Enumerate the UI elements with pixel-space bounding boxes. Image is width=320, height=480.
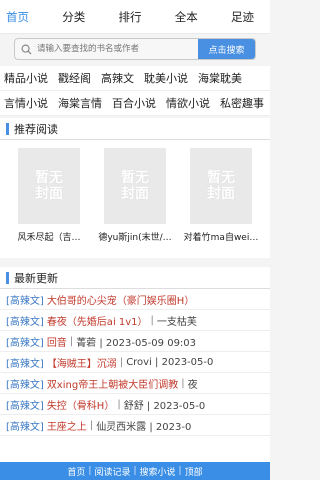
update-author-time: 一支枯芙 — [156, 316, 197, 328]
search-button[interactable]: 点击搜索 — [198, 39, 255, 59]
book-cover[interactable]: 暂无 封面 — [18, 148, 80, 224]
update-title[interactable]: 双xing帝王上朝被大臣们调教 — [47, 376, 178, 391]
footer-home-link[interactable]: 首页 — [64, 465, 88, 478]
update-separator: | — [181, 377, 185, 389]
category-link[interactable]: 戳经阁 — [54, 70, 97, 86]
update-separator: | — [69, 335, 74, 347]
update-row[interactable]: [高辣文] 【海贼王】沉溺 | Crovi | 2023-05-0 — [0, 352, 270, 373]
book-cover[interactable]: 暂无 封面 — [104, 148, 166, 224]
book-card[interactable]: 暂无 封面 德yu斯jin(末世/… — [96, 148, 174, 243]
update-category[interactable]: [高辣文] — [6, 313, 44, 328]
update-category[interactable]: [高辣文] — [6, 355, 44, 370]
footer-bar: 首页 | 阅读记录 | 搜索小说 | 顶部 — [0, 462, 270, 480]
book-title[interactable]: 风禾尽起（吉… — [10, 230, 88, 243]
book-cover[interactable]: 暂无 封面 — [190, 148, 252, 224]
update-category[interactable]: [高辣文] — [6, 292, 44, 307]
footer-top-link[interactable]: 顶部 — [182, 465, 206, 478]
updates-list: [高辣文] 大伯哥的心尖宠（豪门娱乐圈H） [高辣文] 春夜（先婚后ai 1v1） | 一… — [0, 289, 270, 436]
update-author-time: 仙灵西米露 | 2023-0 — [96, 421, 192, 433]
nav-ranking[interactable]: 排行 — [113, 9, 148, 25]
category-row: 精品小说 戳经阁 高辣文 耽美小说 海棠耽美 — [0, 66, 270, 91]
update-row[interactable]: [高辣文] 王座之上 | 仙灵西米露 | 2023-0 — [0, 415, 270, 436]
category-links: 精品小说 戳经阁 高辣文 耽美小说 海棠耽美 言情小说 海棠言情 百合小说 情欲… — [0, 66, 270, 116]
update-author-time: Crovi | 2023-05-0 — [126, 356, 214, 368]
category-link[interactable]: 百合小说 — [108, 95, 162, 111]
update-title[interactable]: 大伯哥的心尖宠（豪门娱乐圈H） — [47, 292, 195, 307]
nav-history[interactable]: 足迹 — [225, 9, 260, 25]
category-link[interactable]: 情欲小说 — [162, 95, 216, 111]
category-row: 言情小说 海棠言情 百合小说 情欲小说 私密趣事 — [0, 91, 270, 116]
update-title[interactable]: 王座之上 — [47, 418, 87, 433]
update-row[interactable]: [高辣文] 失控（骨科H） | 舒舒 | 2023-05-0 — [0, 394, 270, 415]
search-bar: 点击搜索 — [14, 38, 256, 60]
category-link[interactable]: 精品小说 — [0, 70, 54, 86]
category-link[interactable]: 私密趣事 — [216, 95, 270, 111]
update-title[interactable]: 【海贼王】沉溺 — [47, 355, 117, 370]
nav-complete[interactable]: 全本 — [169, 9, 204, 25]
search-input[interactable] — [37, 39, 198, 59]
update-row[interactable]: [高辣文] 双xing帝王上朝被大臣们调教 | 夜 — [0, 373, 270, 394]
update-separator: | — [89, 419, 94, 431]
category-link[interactable]: 言情小说 — [0, 95, 54, 111]
book-card[interactable]: 暂无 封面 风禾尽起（吉… — [10, 148, 88, 243]
update-separator: | — [117, 398, 121, 410]
update-category[interactable]: [高辣文] — [6, 376, 44, 391]
nav-home[interactable]: 首页 — [0, 9, 35, 25]
book-card[interactable]: 暂无 封面 对着竹ma自wei… — [182, 148, 260, 243]
update-title[interactable]: 春夜（先婚后ai 1v1） — [47, 313, 148, 328]
recommend-list: 暂无 封面 风禾尽起（吉… 暂无 封面 德yu斯jin(末世/… 暂无 封面 对着竹m… — [0, 140, 270, 243]
book-title[interactable]: 对着竹ma自wei… — [182, 230, 260, 243]
update-category[interactable]: [高辣文] — [6, 397, 44, 412]
updates-title: 最新更新 — [0, 267, 270, 289]
update-category[interactable]: [高辣文] — [6, 418, 44, 433]
recommend-section: 推荐阅读 暂无 封面 风禾尽起（吉… 暂无 封面 德yu斯jin(末世/… 暂无 封面… — [0, 118, 270, 258]
update-category[interactable]: [高辣文] — [6, 334, 44, 349]
update-separator: | — [150, 314, 154, 326]
footer-history-link[interactable]: 阅读记录 — [91, 465, 133, 478]
search-icon — [15, 39, 37, 59]
update-author-time: 舒舒 | 2023-05-0 — [123, 400, 206, 412]
update-title[interactable]: 失控（骨科H） — [47, 397, 115, 412]
category-link[interactable]: 高辣文 — [97, 70, 140, 86]
updates-section: 最新更新 [高辣文] 大伯哥的心尖宠（豪门娱乐圈H） [高辣文] 春夜（先婚后ai 1… — [0, 267, 270, 462]
update-separator: | — [119, 356, 124, 368]
update-row[interactable]: [高辣文] 春夜（先婚后ai 1v1） | 一支枯芙 — [0, 310, 270, 331]
nav-category[interactable]: 分类 — [56, 9, 91, 25]
category-link[interactable]: 海棠言情 — [54, 95, 108, 111]
update-row[interactable]: [高辣文] 大伯哥的心尖宠（豪门娱乐圈H） — [0, 289, 270, 310]
category-link[interactable]: 海棠耽美 — [194, 70, 248, 86]
recommend-title: 推荐阅读 — [0, 118, 270, 140]
book-title[interactable]: 德yu斯jin(末世/… — [96, 230, 174, 243]
footer-search-link[interactable]: 搜索小说 — [137, 465, 179, 478]
update-author-time: 夜 — [187, 379, 198, 391]
category-link[interactable]: 耽美小说 — [140, 70, 194, 86]
update-title[interactable]: 回音 — [47, 334, 67, 349]
top-nav: 首页 分类 排行 全本 足迹 — [0, 0, 270, 34]
update-author-time: 菁菪 | 2023-05-09 09:03 — [76, 337, 197, 349]
update-row[interactable]: [高辣文] 回音 | 菁菪 | 2023-05-09 09:03 — [0, 331, 270, 352]
